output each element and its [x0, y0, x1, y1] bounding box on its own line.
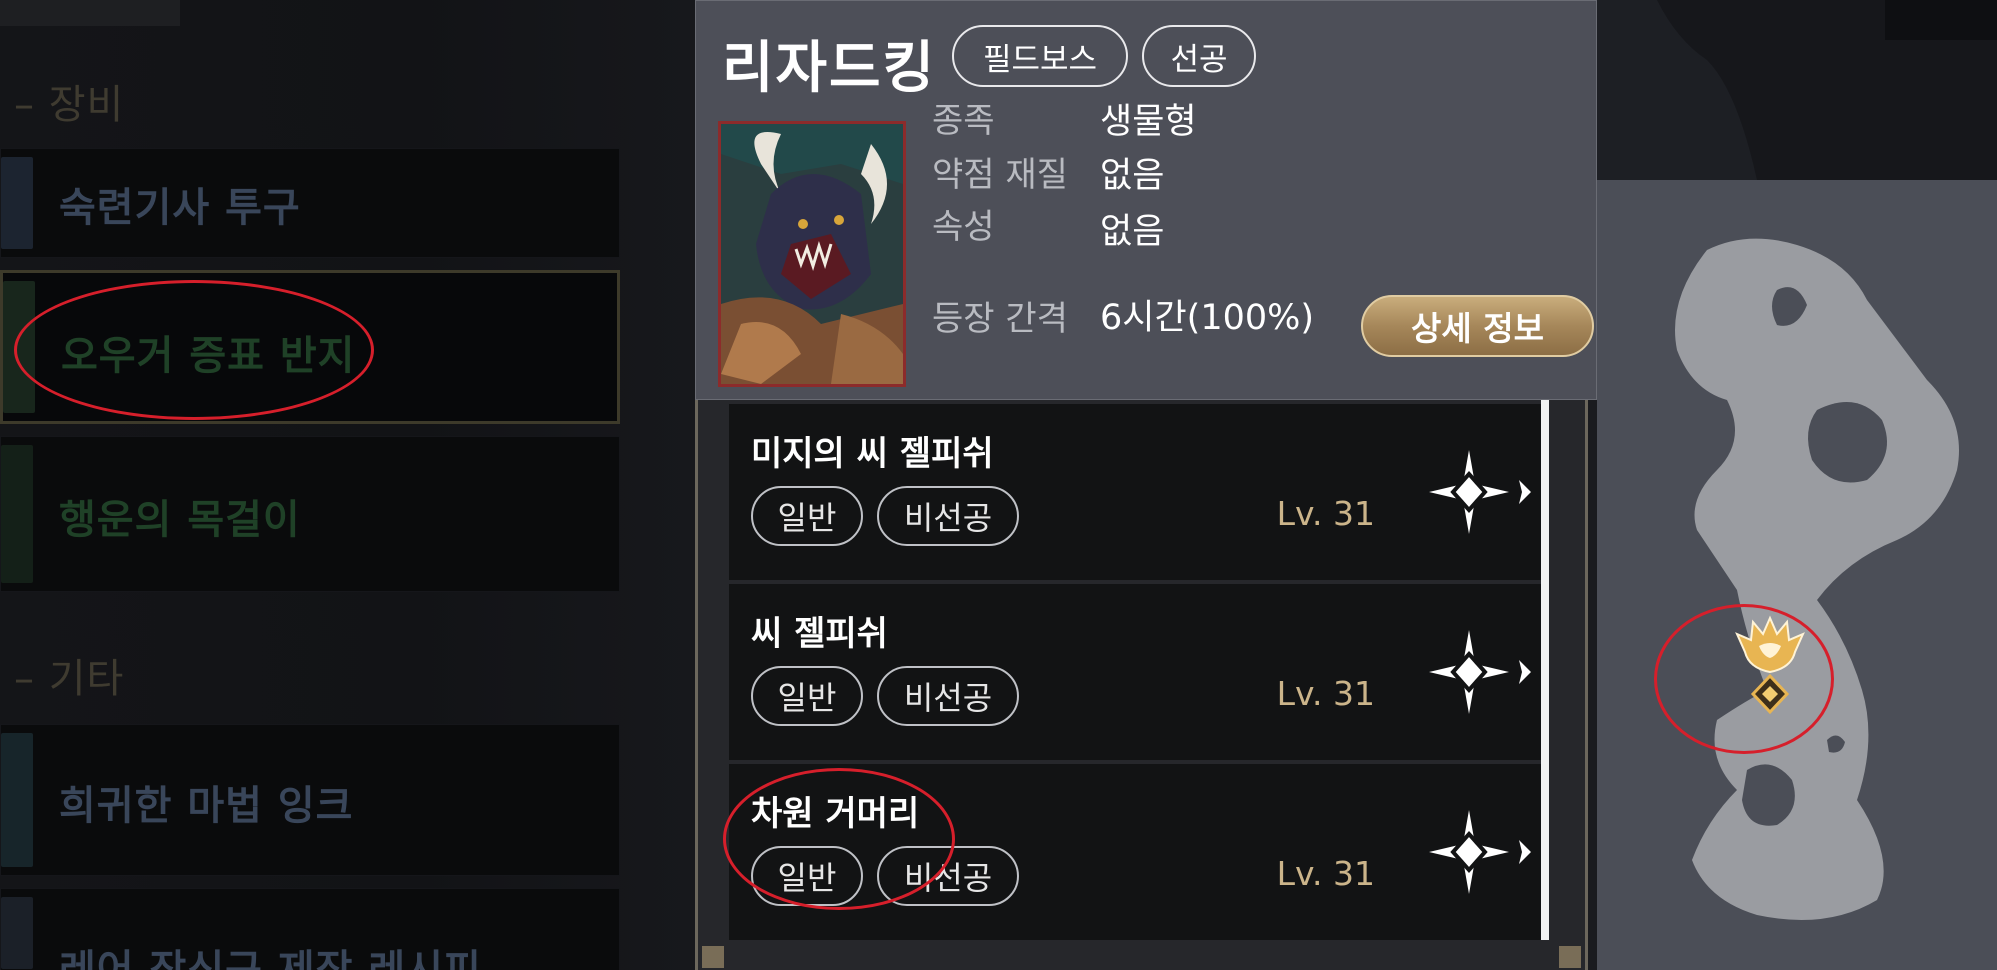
monster-level: Lv. 31: [1276, 494, 1375, 533]
boss-portrait: [718, 121, 906, 387]
monster-name: 차원 거머리: [751, 794, 920, 834]
detail-info-button[interactable]: 상세 정보: [1361, 295, 1594, 357]
tag-passive: 비선공: [877, 486, 1019, 546]
item-thumbnail: [1, 445, 33, 583]
tag-field-boss: 필드보스: [952, 25, 1128, 87]
attr-label-spawn-interval: 등장 간격: [932, 299, 1068, 339]
monster-level: Lv. 31: [1276, 674, 1375, 713]
attr-value-race: 생물형: [1100, 102, 1197, 142]
item-name: 레어 장신구 제작 레시피: [59, 947, 482, 970]
list-scrollbar[interactable]: [1541, 400, 1549, 940]
mini-map[interactable]: [1597, 0, 1997, 970]
attr-value-spawn-interval: 6시간(100%): [1100, 298, 1315, 338]
attr-value-weakness: 없음: [1100, 156, 1165, 196]
item-thumbnail: [1, 157, 33, 249]
item-thumbnail: [3, 281, 35, 413]
monster-name: 미지의 씨 젤피쉬: [751, 434, 994, 474]
attr-value-element: 없음: [1100, 212, 1165, 252]
tag-passive: 비선공: [877, 666, 1019, 726]
monster-row[interactable]: 미지의 씨 젤피쉬 일반 비선공 Lv. 31: [729, 404, 1545, 580]
section-header-other: – 기타: [14, 656, 125, 702]
item-name: 희귀한 마법 잉크: [59, 783, 354, 829]
frame-corner-ornament: [702, 946, 724, 968]
list-item[interactable]: 행운의 목걸이: [0, 436, 620, 592]
attr-label-element: 속성: [932, 207, 995, 247]
item-name: 행운의 목걸이: [59, 497, 301, 543]
compass-navigate-icon[interactable]: [1425, 446, 1535, 538]
compass-navigate-icon[interactable]: [1425, 806, 1535, 898]
tag-aggressive: 선공: [1142, 25, 1256, 87]
monster-level: Lv. 31: [1276, 854, 1375, 893]
monster-row[interactable]: 차원 거머리 일반 비선공 Lv. 31: [729, 764, 1545, 940]
item-thumbnail: [1, 897, 33, 969]
map-island-shape: [1675, 238, 1959, 921]
attr-label-race: 종족: [932, 101, 995, 141]
item-thumbnail: [1, 733, 33, 867]
boss-name: 리자드킹: [722, 36, 937, 101]
boss-info-panel: 리자드킹 필드보스 선공 종족 생물형 약점 재질 없음 속성 없음 등장 간격…: [695, 0, 1597, 400]
boss-location-marker-icon[interactable]: [1725, 612, 1815, 722]
monster-list-panel: 미지의 씨 젤피쉬 일반 비선공 Lv. 31 씨 젤피쉬 일반 비선공 Lv.…: [695, 400, 1588, 970]
section-header-equipment: – 장비: [14, 82, 125, 128]
tag-passive: 비선공: [877, 846, 1019, 906]
list-item[interactable]: 숙련기사 투구: [0, 148, 620, 258]
tag-normal: 일반: [751, 666, 863, 726]
item-name: 숙련기사 투구: [59, 185, 301, 231]
list-item[interactable]: 레어 장신구 제작 레시피: [0, 888, 620, 970]
attr-label-weakness: 약점 재질: [932, 155, 1068, 195]
tag-normal: 일반: [751, 846, 863, 906]
top-strip: [0, 0, 180, 26]
item-name: 오우거 증표 반지: [61, 333, 356, 379]
list-item[interactable]: 희귀한 마법 잉크: [0, 724, 620, 876]
frame-corner-ornament: [1559, 946, 1581, 968]
monster-row[interactable]: 씨 젤피쉬 일반 비선공 Lv. 31: [729, 584, 1545, 760]
tag-normal: 일반: [751, 486, 863, 546]
compass-navigate-icon[interactable]: [1425, 626, 1535, 718]
list-item-selected[interactable]: 오우거 증표 반지: [0, 270, 620, 424]
monster-name: 씨 젤피쉬: [751, 614, 888, 654]
item-list-panel: – 장비 숙련기사 투구 오우거 증표 반지 행운의 목걸이 – 기타 희귀한 …: [0, 0, 695, 970]
